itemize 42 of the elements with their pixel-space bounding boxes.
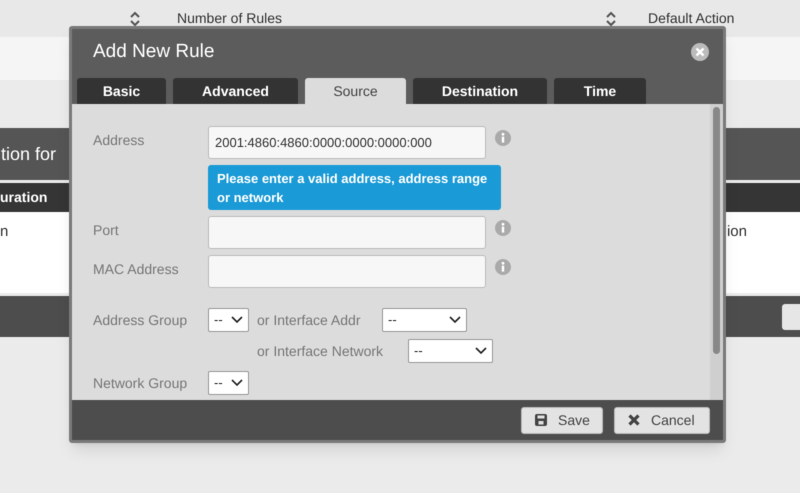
dropdown[interactable]: -- (382, 308, 467, 332)
dropdown[interactable]: -- (208, 308, 249, 332)
scrollbar-thumb[interactable] (713, 107, 720, 354)
tab[interactable]: Source (305, 78, 406, 104)
dialog-button[interactable]: Cancel (614, 406, 710, 434)
field-label: Address (93, 131, 146, 150)
validation-tooltip: Please enter a valid address, address range or network (208, 165, 501, 210)
field-label: Address Group (93, 310, 188, 330)
field-label: Network Group (93, 374, 188, 393)
chevron-icon (231, 316, 243, 324)
column-header[interactable]: uration (0, 187, 48, 208)
chevron-icon (449, 316, 461, 324)
text-field[interactable] (208, 216, 486, 249)
dialog-title: Add New Rule (93, 40, 214, 64)
table-cell-text: n (0, 222, 8, 242)
info-icon[interactable] (495, 259, 511, 275)
close-icon (627, 413, 641, 427)
field-label: MAC Address (93, 260, 180, 279)
tab[interactable]: Basic (77, 78, 166, 104)
field-label: or Interface Network (257, 342, 384, 360)
field-label: Port (93, 221, 120, 240)
text-field[interactable] (208, 255, 486, 288)
footer-button[interactable] (782, 304, 800, 330)
sort-icon[interactable] (605, 10, 618, 26)
dropdown[interactable]: -- (408, 339, 493, 363)
info-icon[interactable] (495, 130, 511, 146)
field-label: or Interface Addr (257, 310, 362, 330)
panel-title: tion for (1, 142, 56, 166)
text-field[interactable]: 2001:4860:4860:0000:0000:0000:000 (208, 126, 486, 159)
info-icon[interactable] (495, 220, 511, 236)
table-cell-text: ion (726, 222, 747, 242)
tab[interactable]: Destination (413, 78, 547, 104)
dropdown[interactable]: -- (208, 371, 249, 395)
sort-icon[interactable] (129, 10, 141, 26)
column-header[interactable]: Number of Rules (177, 8, 282, 29)
column-header[interactable]: Default Action (648, 8, 734, 29)
chevron-icon (475, 347, 487, 355)
close-icon[interactable] (690, 42, 710, 62)
dialog-button[interactable]: Save (521, 406, 603, 434)
tab[interactable]: Time (554, 78, 646, 104)
tab[interactable]: Advanced (173, 78, 298, 104)
chevron-icon (231, 379, 243, 387)
